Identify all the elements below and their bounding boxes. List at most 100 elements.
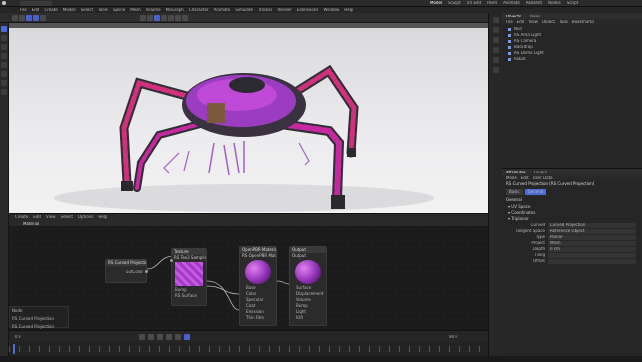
move-icon[interactable] (26, 15, 32, 21)
attribute-value[interactable]: Reference Object (548, 228, 636, 234)
menu-item[interactable]: Mode (506, 176, 517, 179)
material-icon[interactable] (182, 15, 188, 21)
layers-icon[interactable] (493, 27, 499, 33)
attribute-value[interactable]: Mesh (548, 240, 636, 246)
scene-icon[interactable] (493, 17, 499, 23)
workplane-icon[interactable] (1, 89, 7, 95)
next-frame-icon[interactable] (166, 334, 172, 340)
node-curved-projection[interactable]: RS Curved Projection outColor (105, 259, 148, 283)
node-output[interactable]: Output Output Surface Displacement Volume B… (289, 246, 327, 326)
menu-item[interactable]: Create (44, 8, 57, 12)
tab-takes[interactable]: Takes (529, 15, 540, 17)
tag-icon[interactable] (493, 67, 499, 73)
menu-item[interactable]: Edit (517, 20, 525, 23)
node-menu-item[interactable]: Select (61, 215, 73, 219)
node-menu-item[interactable]: View (46, 215, 56, 219)
menu-item[interactable]: File (20, 8, 27, 12)
layout-tab[interactable]: Nodes (548, 1, 561, 6)
list-item[interactable]: Robot (508, 56, 636, 62)
menu-item[interactable]: Tracker (258, 8, 272, 12)
attribute-value[interactable]: Curved Projection (548, 222, 636, 228)
gear-icon[interactable] (493, 37, 499, 43)
layout-tab[interactable]: Script (567, 1, 579, 6)
spline-icon[interactable] (147, 15, 153, 21)
undo-icon[interactable] (12, 15, 18, 21)
menu-item[interactable]: Mesh (130, 8, 141, 12)
menu-item[interactable]: Spline (113, 8, 125, 12)
output-port[interactable] (145, 270, 148, 273)
prev-frame-icon[interactable] (148, 334, 154, 340)
menu-item[interactable]: Tools (98, 8, 108, 12)
render-view-icon[interactable] (154, 15, 160, 21)
play-icon[interactable] (157, 334, 163, 340)
menu-item[interactable]: Select (81, 8, 93, 12)
menu-item[interactable]: Render (277, 8, 291, 12)
redo-icon[interactable] (19, 15, 25, 21)
menu-item[interactable]: Edit (32, 8, 40, 12)
snap-icon[interactable] (1, 80, 7, 86)
menu-item[interactable]: File (506, 20, 513, 23)
menu-item[interactable]: Tags (559, 20, 568, 23)
node-menu-item[interactable]: Edit (33, 215, 41, 219)
layout-tab[interactable]: Sculpt (448, 1, 461, 6)
attribute-value[interactable]: Planar (548, 234, 636, 240)
light-icon[interactable] (168, 15, 174, 21)
tab-layers[interactable]: Layers (534, 171, 547, 173)
attribute-value[interactable] (548, 252, 636, 258)
frame-ruler[interactable] (9, 342, 488, 356)
menu-item[interactable]: View (528, 20, 538, 23)
uv-mode-icon[interactable] (1, 62, 7, 68)
input-port[interactable] (170, 259, 173, 262)
point-mode-icon[interactable] (1, 53, 7, 59)
playhead[interactable] (13, 344, 15, 354)
start-frame[interactable]: 0 F (15, 335, 21, 339)
menu-item[interactable]: Extensions (297, 8, 319, 12)
menu-item[interactable]: Simulate (235, 8, 253, 12)
node-menu-item[interactable]: Options (78, 215, 93, 219)
axis-icon[interactable] (1, 71, 7, 77)
viewport-menu[interactable] (13, 24, 113, 27)
tab-objects[interactable]: Objects (506, 15, 521, 17)
node-graph[interactable]: RS Curved Projection outColor Texture RS… (9, 226, 488, 330)
rotate-icon[interactable] (33, 15, 39, 21)
node-menu-item[interactable]: Help (98, 215, 107, 219)
menu-item[interactable]: MoGraph (166, 8, 184, 12)
node-openpbr-material[interactable]: OpenPBR Material RS OpenPBR Material Bas… (239, 246, 277, 326)
first-frame-icon[interactable] (139, 334, 145, 340)
camera-icon[interactable] (175, 15, 181, 21)
subtab[interactable]: Basic (506, 189, 523, 195)
attribute-value[interactable] (548, 258, 636, 264)
menu-item[interactable]: Window (323, 8, 339, 12)
camera-icon[interactable] (493, 47, 499, 53)
3d-viewport[interactable] (9, 23, 488, 213)
menu-item[interactable]: Bookmarks (572, 20, 594, 23)
menu-item[interactable]: Object (542, 20, 555, 23)
layout-tab[interactable]: UV Edit (467, 1, 482, 6)
menu-item[interactable]: Volume (146, 8, 161, 12)
tab-attributes[interactable]: Attributes (506, 171, 526, 173)
menu-item[interactable]: Modes (63, 8, 76, 12)
end-frame[interactable]: 90 F (449, 335, 458, 339)
light-icon[interactable] (493, 57, 499, 63)
menu-item[interactable]: Edit (521, 176, 529, 179)
record-icon[interactable] (184, 334, 190, 340)
select-tool-icon[interactable] (1, 26, 7, 32)
node-menu-item[interactable]: Create (15, 215, 28, 219)
node-texture[interactable]: Texture RS Tex3 Sampling Bump RS Surface (170, 248, 207, 306)
attribute-value[interactable]: 0 cm (548, 246, 636, 252)
menu-item[interactable]: Character (189, 8, 209, 12)
document-tab[interactable] (20, 1, 52, 6)
last-frame-icon[interactable] (175, 334, 181, 340)
cube-icon[interactable] (140, 15, 146, 21)
layout-tab[interactable]: Paint (487, 1, 497, 6)
layout-tab[interactable]: Animate (503, 1, 520, 6)
polygon-mode-icon[interactable] (1, 35, 7, 41)
layout-tab[interactable]: Redshift (526, 1, 542, 6)
edge-mode-icon[interactable] (1, 44, 7, 50)
render-icon[interactable] (161, 15, 167, 21)
menu-item[interactable]: Animate (214, 8, 231, 12)
subtab[interactable]: General (524, 189, 547, 195)
menu-item[interactable]: Help (344, 8, 353, 12)
layout-tab[interactable]: Model (430, 1, 442, 6)
scale-icon[interactable] (40, 15, 46, 21)
